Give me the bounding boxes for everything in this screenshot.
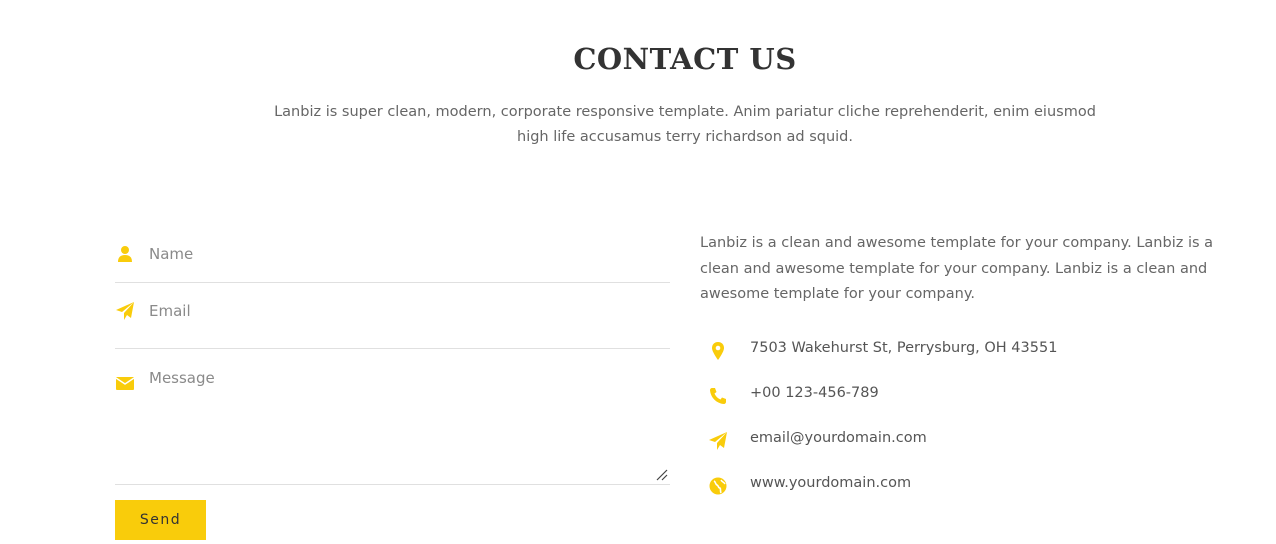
name-input[interactable] bbox=[149, 243, 670, 265]
phone-icon bbox=[708, 386, 728, 406]
message-textarea[interactable] bbox=[149, 369, 670, 479]
contact-description: Lanbiz is a clean and awesome template f… bbox=[700, 235, 1214, 302]
name-field bbox=[115, 226, 670, 283]
paper-plane-icon bbox=[708, 431, 728, 451]
paper-plane-icon bbox=[115, 301, 135, 321]
page-subtitle: Lanbiz is super clean, modern, corporate… bbox=[274, 104, 1096, 145]
website-text[interactable]: www.yourdomain.com bbox=[750, 475, 911, 491]
address-text: 7503 Wakehurst St, Perrysburg, OH 43551 bbox=[750, 340, 1058, 356]
contact-section: CONTACT US Lanbiz is super clean, modern… bbox=[0, 0, 1276, 544]
phone-text: +00 123-456-789 bbox=[750, 385, 879, 401]
message-field bbox=[115, 349, 670, 485]
page-title: CONTACT US bbox=[573, 42, 797, 76]
send-button[interactable]: Send bbox=[115, 500, 206, 540]
envelope-icon bbox=[115, 373, 135, 393]
resize-handle-icon[interactable] bbox=[656, 466, 668, 481]
contact-form bbox=[115, 226, 670, 485]
email-text[interactable]: email@yourdomain.com bbox=[750, 430, 927, 446]
email-input[interactable] bbox=[149, 300, 670, 322]
map-marker-icon bbox=[708, 341, 728, 361]
email-field bbox=[115, 283, 670, 349]
globe-icon bbox=[708, 476, 728, 496]
user-icon bbox=[115, 244, 135, 264]
contact-info: Lanbiz is a clean and awesome template f… bbox=[700, 231, 1245, 495]
